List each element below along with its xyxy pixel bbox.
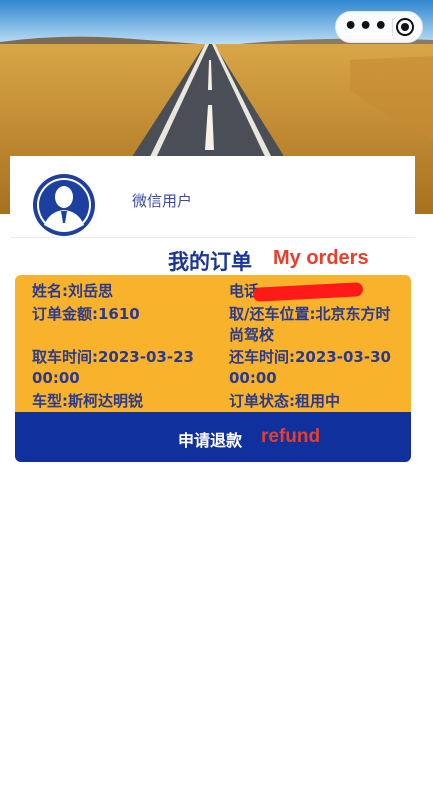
order-amount: 订单金额:1610 [32, 305, 140, 323]
phone-redaction-mark [252, 281, 364, 302]
page-title: 我的订单 [168, 250, 252, 274]
order-location: 取/还车位置:北京东方时尚驾校 [229, 305, 391, 344]
mini-program-capsule: ••• [335, 11, 423, 43]
order-status: 订单状态:租用中 [229, 392, 340, 410]
close-target-icon[interactable] [396, 18, 415, 36]
user-nickname: 微信用户 [132, 192, 193, 210]
order-details: 姓名:刘岳思 电话: 订单金额:1610 取/还车位置:北京东方时尚驾校 取车时… [15, 275, 411, 412]
order-return-time: 还车时间:2023-03-30 00:00 [229, 348, 391, 387]
user-profile-card: 微信用户 [10, 156, 415, 238]
refund-bar: 申请退款 refund [15, 412, 411, 462]
order-pickup-time: 取车时间:2023-03-23 00:00 [32, 348, 194, 387]
refund-button[interactable]: 申请退款 [178, 427, 242, 451]
user-avatar-icon[interactable] [32, 173, 96, 237]
capsule-divider [392, 18, 394, 36]
order-customer-name: 姓名:刘岳思 [32, 282, 113, 300]
more-dots-icon[interactable]: ••• [344, 16, 389, 38]
page-title-annotation: My orders [273, 247, 369, 269]
order-phone: 电话: [229, 281, 405, 302]
order-card[interactable]: 姓名:刘岳思 电话: 订单金额:1610 取/还车位置:北京东方时尚驾校 取车时… [15, 275, 411, 462]
orders-title-row: 我的订单 My orders [0, 244, 433, 276]
order-car-model: 车型:斯柯达明锐 [32, 392, 143, 410]
refund-annotation: refund [261, 426, 321, 447]
